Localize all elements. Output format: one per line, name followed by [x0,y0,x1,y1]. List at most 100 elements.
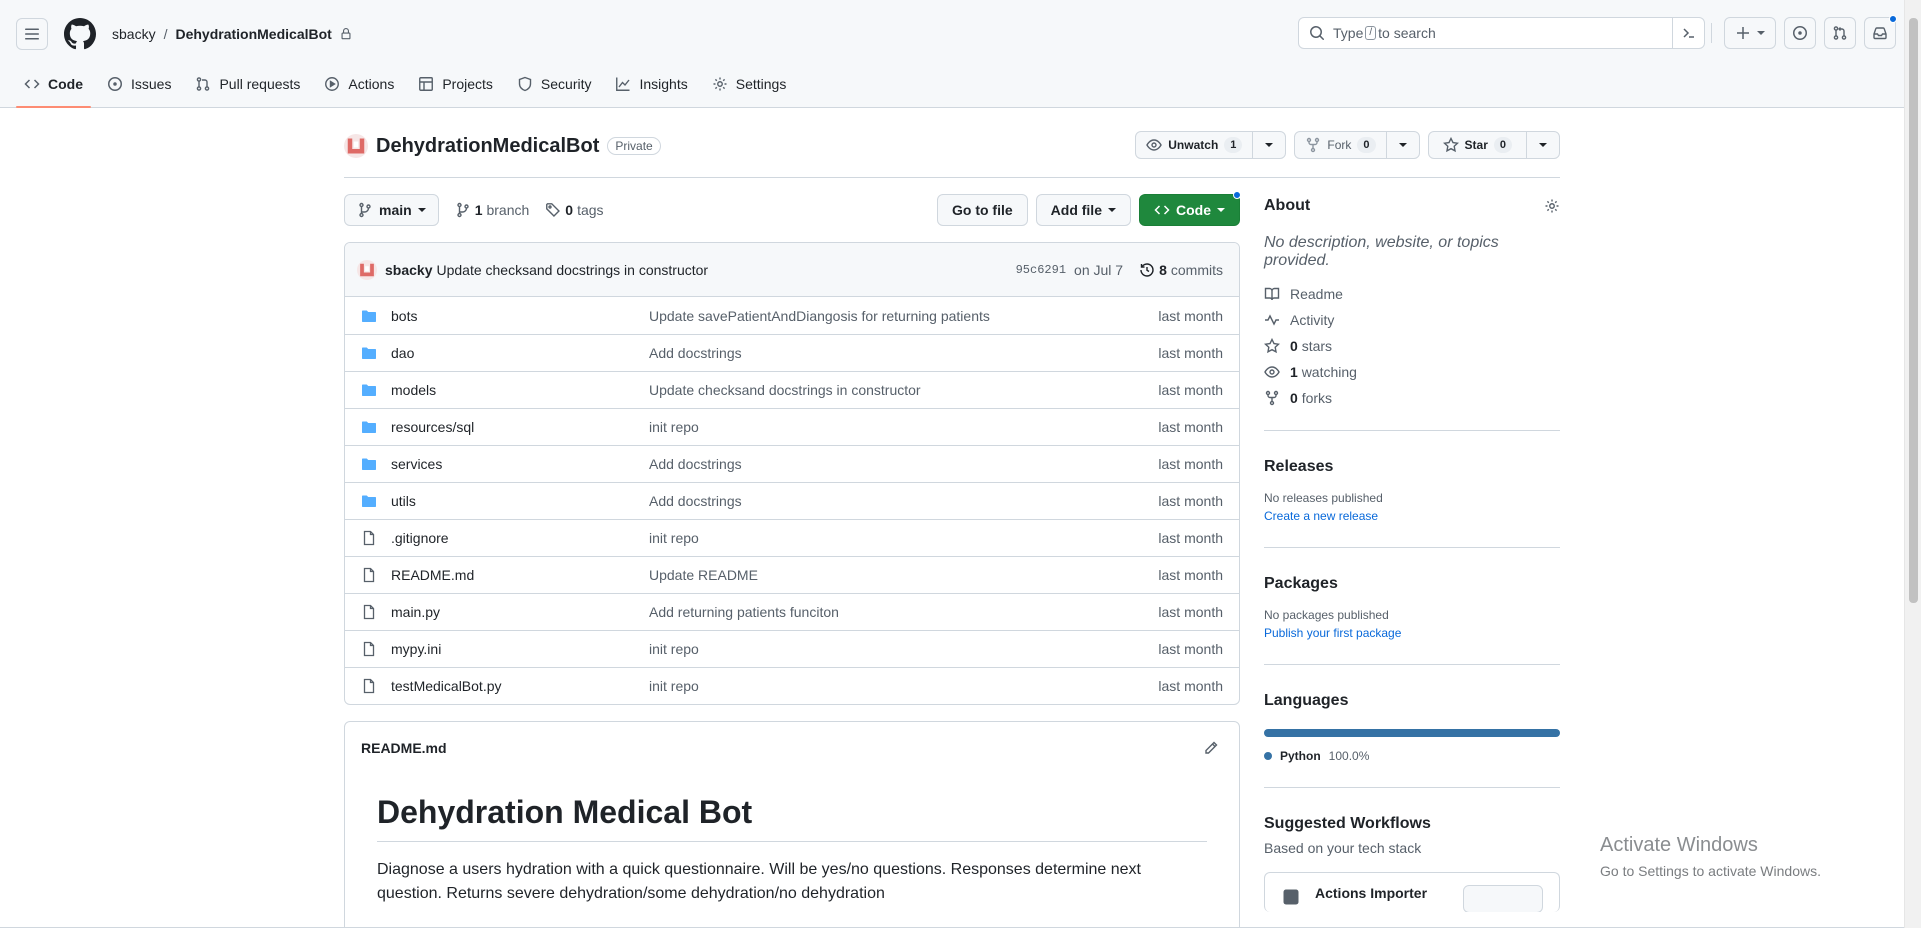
about-links: Readme Activity 0 stars 1 watching 0 for… [1264,286,1560,406]
command-palette-button[interactable] [1672,17,1704,49]
file-commit-message-link[interactable]: Add docstrings [649,345,742,361]
file-commit-message-link[interactable]: Add docstrings [649,456,742,472]
add-file-button[interactable]: Add file [1035,194,1131,226]
branches-link[interactable]: 1 branch [455,202,529,218]
packages-heading[interactable]: Packages [1264,572,1560,596]
file-row[interactable]: testMedicalBot.py init repo last month [345,667,1239,704]
file-name-link[interactable]: .gitignore [391,530,649,546]
commit-author-link[interactable]: sbacky [385,262,432,278]
file-name-link[interactable]: bots [391,308,649,324]
branch-count: 1 [474,202,483,218]
unwatch-button[interactable]: Unwatch 1 [1135,131,1287,159]
tab-actions[interactable]: Actions [316,68,402,100]
file-commit-age: last month [1158,307,1223,324]
folder-icon [361,382,377,398]
file-row[interactable]: mypy.ini init repo last month [345,630,1239,667]
search-input[interactable]: Type / to search [1298,17,1705,49]
file-commit-message-link[interactable]: Update savePatientAndDiangosis for retur… [649,308,990,324]
fork-button[interactable]: Fork 0 [1294,131,1420,159]
issues-button[interactable] [1784,17,1816,49]
file-row[interactable]: utils Add docstrings last month [345,482,1239,519]
file-commit-message-link[interactable]: init repo [649,641,699,657]
tab-issues[interactable]: Issues [99,68,179,100]
go-to-file-button[interactable]: Go to file [936,194,1028,226]
folder-icon [361,308,377,324]
code-icon [24,76,40,92]
pencil-icon[interactable] [1203,740,1219,756]
file-row[interactable]: models Update checksand docstrings in con… [345,371,1239,408]
file-commit-message-link[interactable]: init repo [649,419,699,435]
create-new-button[interactable] [1724,17,1776,49]
file-commit-message-link[interactable]: Add docstrings [649,493,742,509]
workflow-setup-button[interactable] [1463,885,1543,912]
readme-link[interactable]: Readme [1264,286,1560,302]
star-main[interactable]: Star 0 [1429,132,1527,158]
stars-link[interactable]: 0 stars [1264,338,1560,354]
commits-history-link[interactable]: 8 commits [1139,262,1223,278]
tab-label: Security [540,76,592,92]
gear-icon[interactable] [1544,198,1560,214]
forks-link[interactable]: 0 forks [1264,390,1560,406]
publish-package-link[interactable]: Publish your first package [1264,626,1560,640]
file-name-link[interactable]: models [391,382,649,398]
app-header: sbacky / DehydrationMedicalBot Type / to… [0,0,1921,108]
unwatch-dropdown[interactable] [1253,132,1285,158]
repo-name-link[interactable]: DehydrationMedicalBot [376,135,599,158]
file-row[interactable]: main.py Add returning patients funciton la… [345,593,1239,630]
tags-link[interactable]: 0 tags [545,202,604,218]
file-name-link[interactable]: services [391,456,649,472]
tab-settings[interactable]: Settings [704,68,795,100]
tab-projects[interactable]: Projects [410,68,501,100]
tab-pull-requests[interactable]: Pull requests [187,68,308,100]
languages-section: Languages Python 100.0% [1264,689,1560,788]
tab-insights[interactable]: Insights [607,68,695,100]
author-avatar[interactable] [357,259,377,280]
commit-sha-link[interactable]: 95c6291 [1016,263,1066,277]
file-name-link[interactable]: mypy.ini [391,641,649,657]
tab-code[interactable]: Code [16,68,91,108]
folder-icon [361,493,377,509]
create-release-link[interactable]: Create a new release [1264,509,1560,523]
github-logo-icon[interactable] [64,18,96,50]
unwatch-main[interactable]: Unwatch 1 [1136,132,1254,158]
scrollbar-thumb[interactable] [1909,18,1918,603]
star-dropdown[interactable] [1527,132,1559,158]
workflow-icon [1281,887,1301,907]
file-name-link[interactable]: testMedicalBot.py [391,678,649,694]
breadcrumb-owner-link[interactable]: sbacky [112,26,156,42]
branch-select-button[interactable]: main [344,194,439,226]
file-commit-message-link[interactable]: Update README [649,567,758,583]
star-button[interactable]: Star 0 [1427,131,1560,159]
file-row[interactable]: README.md Update README last month [345,556,1239,593]
file-name-link[interactable]: dao [391,345,649,361]
file-row[interactable]: dao Add docstrings last month [345,334,1239,371]
file-row[interactable]: services Add docstrings last month [345,445,1239,482]
vertical-scrollbar[interactable] [1904,0,1921,928]
packages-note: No packages published [1264,608,1389,622]
file-commit-message-link[interactable]: Update checksand docstrings in construct… [649,382,921,398]
file-name-link[interactable]: utils [391,493,649,509]
code-button[interactable]: Code [1139,191,1241,226]
file-commit-message-link[interactable]: Add returning patients funciton [649,604,839,620]
file-row[interactable]: bots Update savePatientAndDiangosis for r… [345,297,1239,334]
file-commit-message-link[interactable]: init repo [649,530,699,546]
hamburger-menu-button[interactable] [16,18,48,50]
readme-header: README.md [345,722,1239,774]
breadcrumb-repo-link[interactable]: DehydrationMedicalBot [175,26,331,42]
file-commit-message-link[interactable]: init repo [649,678,699,694]
tab-security[interactable]: Security [509,68,600,100]
file-row[interactable]: .gitignore init repo last month [345,519,1239,556]
file-name-link[interactable]: README.md [391,567,649,583]
fork-main[interactable]: Fork 0 [1295,132,1387,158]
fork-dropdown[interactable] [1387,132,1419,158]
inbox-button[interactable] [1864,15,1897,49]
file-name-link[interactable]: resources/sql [391,419,649,435]
file-row[interactable]: resources/sql init repo last month [345,408,1239,445]
language-item-python[interactable]: Python 100.0% [1264,749,1560,763]
watching-link[interactable]: 1 watching [1264,364,1560,380]
pull-requests-button[interactable] [1824,17,1856,49]
activity-link[interactable]: Activity [1264,312,1560,328]
releases-heading[interactable]: Releases [1264,455,1560,479]
file-name-link[interactable]: main.py [391,604,649,620]
commit-message-link[interactable]: Update checksand docstrings in construct… [436,262,708,278]
